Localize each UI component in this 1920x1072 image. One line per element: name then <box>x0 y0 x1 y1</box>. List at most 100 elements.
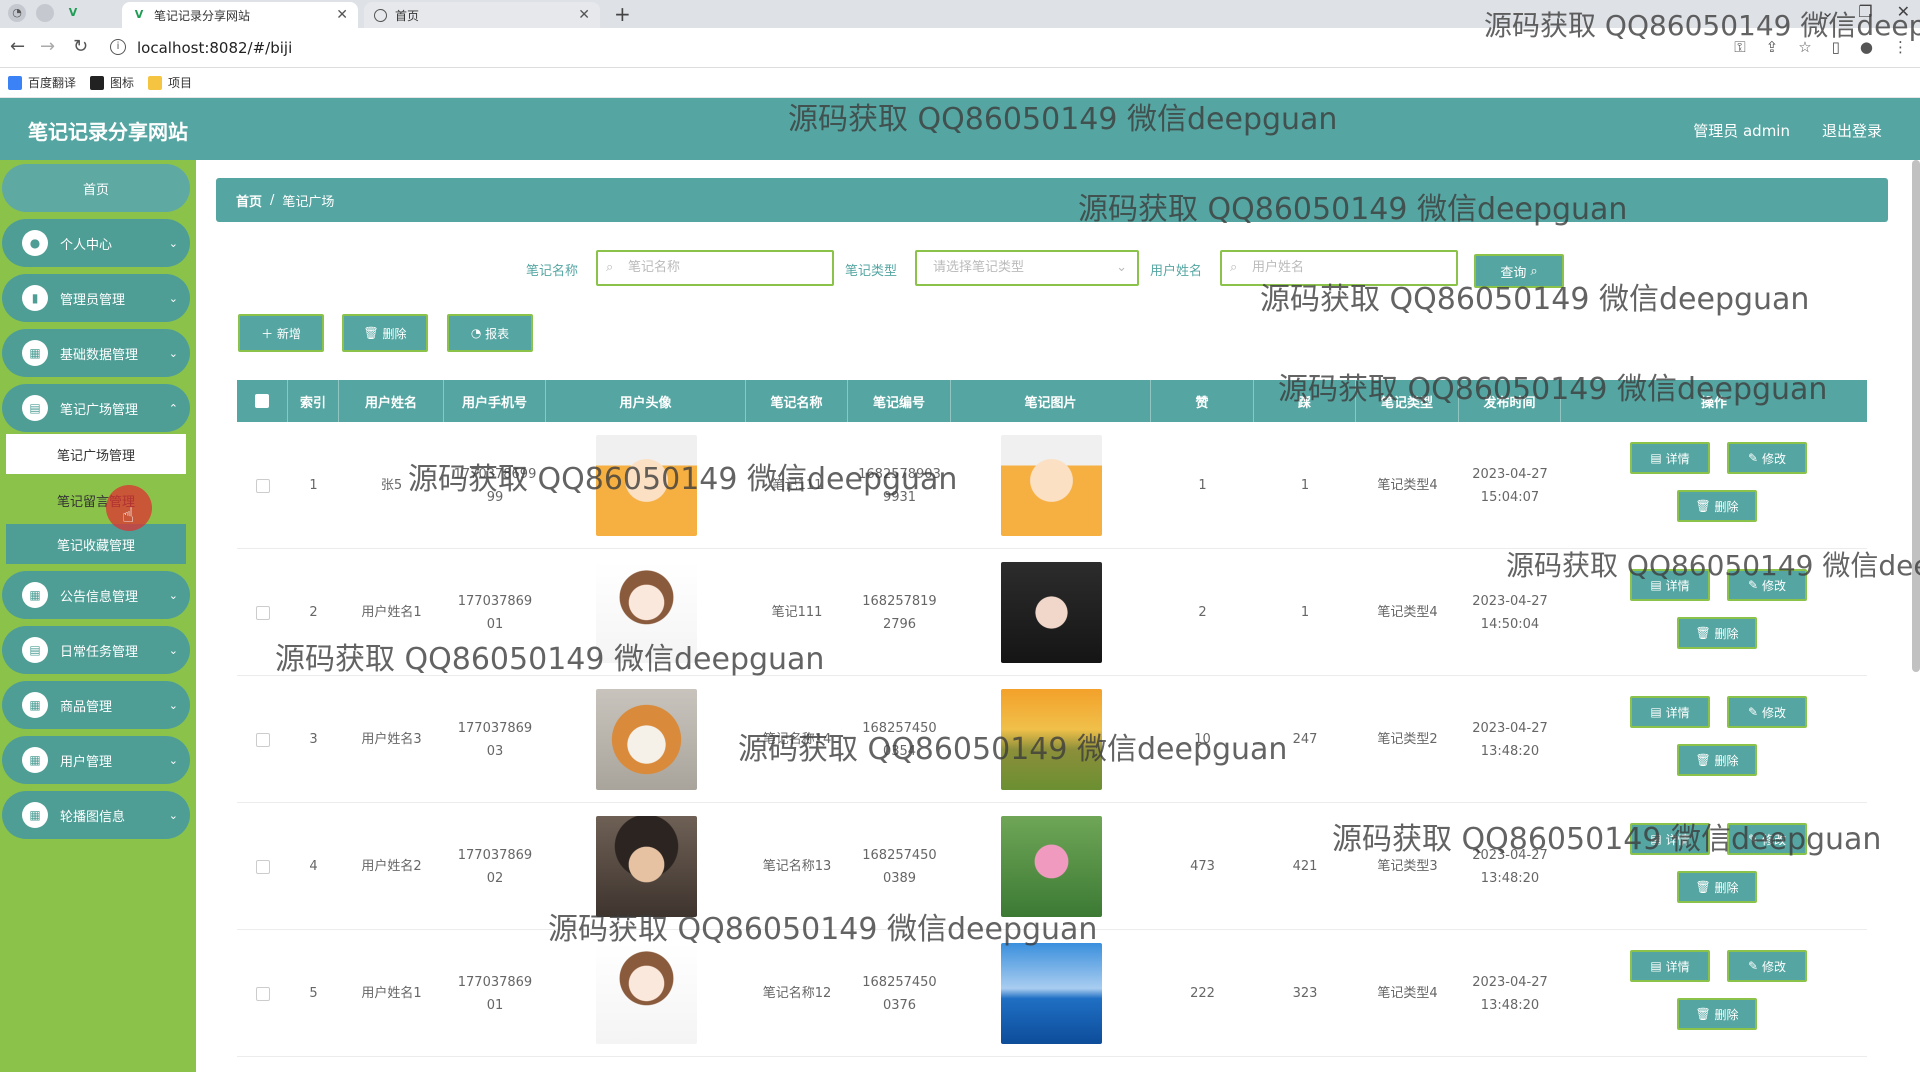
submenu-note-favorites[interactable]: 笔记收藏管理 <box>6 524 186 564</box>
browser-tab-home[interactable]: 首页 ✕ <box>364 2 600 28</box>
submenu-note-square-management[interactable]: 笔记广场管理 <box>6 434 186 474</box>
row-checkbox[interactable] <box>255 732 270 747</box>
sidebar-item-products[interactable]: ▦ 商品管理 ⌄ <box>2 681 190 729</box>
star-icon[interactable]: ☆ <box>1798 38 1811 56</box>
sidebar-item-home[interactable]: 首页 <box>2 164 190 212</box>
bookmark-icons[interactable]: 图标 <box>90 74 134 91</box>
sidebar-item-base-data[interactable]: ▦ 基础数据管理 ⌄ <box>2 329 190 377</box>
logout-link[interactable]: 退出登录 <box>1822 120 1882 141</box>
row-checkbox[interactable] <box>255 605 270 620</box>
sidebar-item-daily-tasks[interactable]: ▤ 日常任务管理 ⌄ <box>2 626 190 674</box>
note-image[interactable] <box>1000 435 1102 536</box>
tab-close-icon[interactable]: ✕ <box>578 7 590 23</box>
note-type-label: 笔记类型 <box>845 264 898 279</box>
tab-search-icon[interactable]: ◔ <box>8 4 26 22</box>
note-name-input[interactable]: ⌕ 笔记名称 <box>596 250 834 286</box>
tab-v-icon[interactable]: V <box>64 4 82 22</box>
user-name-input[interactable]: ⌕ 用户姓名 <box>1220 250 1458 286</box>
row-checkbox[interactable] <box>255 478 270 493</box>
note-no-part: 2796 <box>882 616 917 632</box>
globe-favicon-icon <box>374 8 387 22</box>
url-input[interactable]: localhost:8082/#/biji <box>137 39 292 57</box>
note-no-part: 0354 <box>882 743 917 759</box>
user-avatar-image[interactable] <box>595 689 697 790</box>
note-image[interactable] <box>1000 562 1102 663</box>
forward-icon[interactable]: → <box>40 36 55 57</box>
note-image[interactable] <box>1000 816 1102 917</box>
page-scrollbar[interactable] <box>1912 160 1920 672</box>
share-icon[interactable]: ⇪ <box>1766 38 1779 56</box>
restore-icon[interactable]: ❐ <box>1858 2 1872 21</box>
row-delete-button[interactable]: 🗑 删除 <box>1677 998 1757 1030</box>
edit-button[interactable]: ✎ 修改 <box>1727 696 1807 728</box>
report-button[interactable]: ◔ 报表 <box>447 314 533 352</box>
cell-dislikes: 421 <box>1292 859 1318 874</box>
tab-strip-icons: ◔ V <box>8 4 82 22</box>
sidebar-item-announcements[interactable]: ▦ 公告信息管理 ⌄ <box>2 571 190 619</box>
delete-label: 删除 <box>1714 1007 1739 1022</box>
cell-dislikes: 247 <box>1292 732 1318 747</box>
minimize-icon[interactable]: ⌄ <box>1821 2 1834 21</box>
bookmark-project[interactable]: 项目 <box>148 74 192 91</box>
sidebar-item-note-square[interactable]: ▤ 笔记广场管理 ⌃ <box>2 384 190 432</box>
menu-icon[interactable]: ⋮ <box>1893 38 1908 56</box>
delete-button[interactable]: 🗑 删除 <box>342 314 428 352</box>
detail-button[interactable]: ▤ 详情 <box>1630 442 1710 474</box>
user-avatar-image[interactable] <box>595 816 697 917</box>
row-delete-button[interactable]: 🗑 删除 <box>1677 871 1757 903</box>
query-button[interactable]: 查询 ⌕ <box>1474 254 1564 288</box>
profile-icon[interactable]: ● <box>1860 38 1873 56</box>
detail-button[interactable]: ▤ 详情 <box>1630 696 1710 728</box>
phone-part: 03 <box>486 743 504 759</box>
table-row: 1 张5 1770378699 99 笔记111 1682578903 9931 1… <box>237 422 1867 549</box>
col-note-no: 笔记编号 <box>848 380 951 422</box>
cell-note-type: 笔记类型4 <box>1377 605 1438 620</box>
user-avatar-image[interactable] <box>595 435 697 536</box>
add-button[interactable]: ＋ 新增 <box>238 314 324 352</box>
edit-button[interactable]: ✎ 修改 <box>1727 569 1807 601</box>
edit-button[interactable]: ✎ 修改 <box>1727 950 1807 982</box>
time-part: 14:50:04 <box>1480 616 1540 632</box>
site-info-icon[interactable]: i <box>110 39 126 55</box>
edit-button[interactable]: ✎ 修改 <box>1727 442 1807 474</box>
detail-button[interactable]: ▤ 详情 <box>1630 950 1710 982</box>
row-checkbox[interactable] <box>255 859 270 874</box>
cell-index: 3 <box>309 732 318 747</box>
row-delete-button[interactable]: 🗑 删除 <box>1677 617 1757 649</box>
detail-button[interactable]: ▤ 详情 <box>1630 569 1710 601</box>
bookmark-baidu-translate[interactable]: 百度翻译 <box>8 74 76 91</box>
detail-label: 详情 <box>1665 959 1690 974</box>
note-image[interactable] <box>1000 689 1102 790</box>
edit-button[interactable]: ✎ 修改 <box>1727 823 1807 855</box>
tab-blank-icon[interactable] <box>36 4 54 22</box>
sidebar-item-users[interactable]: ▦ 用户管理 ⌄ <box>2 736 190 784</box>
reload-icon[interactable]: ↻ <box>73 36 88 57</box>
browser-tab-active[interactable]: V 笔记记录分享网站 ✕ <box>122 2 358 28</box>
key-icon[interactable]: ⚿ <box>1734 38 1745 56</box>
table-row: 3 用户姓名3 177037869 03 笔记名称14 168257450 0354… <box>237 676 1867 803</box>
col-index: 索引 <box>288 380 339 422</box>
note-image[interactable] <box>1000 943 1102 1044</box>
doc-icon: ▤ <box>1650 451 1662 465</box>
user-avatar-image[interactable] <box>595 943 697 1044</box>
back-icon[interactable]: ← <box>10 36 25 57</box>
new-tab-button[interactable]: + <box>614 2 631 26</box>
delete-label: 删除 <box>1714 880 1739 895</box>
doc-icon: ▤ <box>1650 578 1662 592</box>
row-delete-button[interactable]: 🗑 删除 <box>1677 490 1757 522</box>
cell-note-no: 1682578903 9931 <box>848 422 951 549</box>
breadcrumb-home[interactable]: 首页 <box>236 191 262 210</box>
sidebar-item-carousel[interactable]: ▦ 轮播图信息 ⌄ <box>2 791 190 839</box>
select-all-checkbox[interactable] <box>255 394 269 408</box>
sidepanel-icon[interactable]: ▯ <box>1832 38 1840 56</box>
close-window-icon[interactable]: ✕ <box>1897 2 1910 21</box>
user-avatar-image[interactable] <box>595 562 697 663</box>
sidebar-item-label: 商品管理 <box>60 699 113 715</box>
tab-close-icon[interactable]: ✕ <box>336 7 348 23</box>
row-checkbox[interactable] <box>255 986 270 1001</box>
detail-button[interactable]: ▤ 详情 <box>1630 823 1710 855</box>
browser-toolbar-icons: ⚿ ⇪ ☆ ▯ ● ⋮ <box>1734 38 1908 56</box>
note-type-select[interactable]: 请选择笔记类型 ⌄ <box>915 250 1139 286</box>
row-delete-button[interactable]: 🗑 删除 <box>1677 744 1757 776</box>
submenu-note-comments[interactable]: 笔记留言管理 <box>6 480 186 520</box>
